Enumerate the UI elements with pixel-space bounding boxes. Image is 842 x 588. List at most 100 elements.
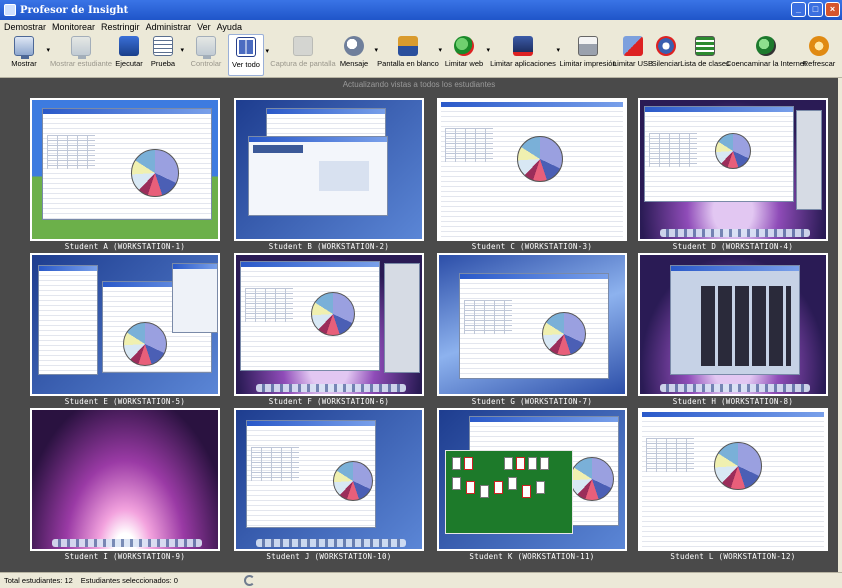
limitar-impresion-button[interactable]: Limitar impresión <box>559 34 617 76</box>
close-button[interactable]: × <box>825 2 840 17</box>
monitor-icon <box>14 36 34 59</box>
limitar-web-button[interactable]: Limitar web ▾ <box>444 34 490 76</box>
student-thumbnail[interactable]: Student C (WORKSTATION-3) <box>437 98 627 253</box>
student-name-label: Student C (WORKSTATION-3) <box>471 242 593 251</box>
menu-administrar[interactable]: Administrar <box>146 22 192 32</box>
ejecutar-label: Ejecutar <box>115 59 143 68</box>
dropdown-arrow-icon[interactable]: ▾ <box>374 46 378 54</box>
dropdown-arrow-icon[interactable]: ▾ <box>438 46 442 54</box>
control-icon <box>196 36 216 59</box>
minimize-button[interactable]: _ <box>791 2 806 17</box>
student-view-area: Actualizando vistas a todos los estudian… <box>0 78 838 572</box>
student-thumbnail[interactable]: Student B (WORKSTATION-2) <box>234 98 424 253</box>
message-icon <box>344 36 364 56</box>
title-bar: Profesor de Insight _ □ × <box>0 0 842 20</box>
dropdown-arrow-icon[interactable]: ▾ <box>486 46 490 54</box>
captura-label: Captura de pantalla <box>270 59 336 68</box>
student-screen[interactable] <box>437 408 627 551</box>
menu-restringir[interactable]: Restringir <box>101 22 140 32</box>
app-icon <box>4 4 16 16</box>
mostrar-label: Mostrar <box>11 59 37 68</box>
status-bar: Total estudiantes: 12 Estudiantes selecc… <box>0 572 842 588</box>
limitar-aplicaciones-label: Limitar aplicaciones <box>490 59 556 68</box>
controlar-button[interactable]: Controlar <box>186 34 226 76</box>
limitar-aplicaciones-button[interactable]: Limitar aplicaciones ▾ <box>490 34 560 76</box>
mostrar-button[interactable]: Mostrar ▾ <box>4 34 50 76</box>
student-thumbnail[interactable]: Student L (WORKSTATION-12) <box>638 408 828 563</box>
student-thumbnail[interactable]: Student K (WORKSTATION-11) <box>437 408 627 563</box>
student-thumbnail[interactable]: Student H (WORKSTATION-8) <box>638 253 828 408</box>
maximize-button[interactable]: □ <box>808 2 823 17</box>
student-name-label: Student I (WORKSTATION-9) <box>64 552 186 561</box>
dropdown-arrow-icon[interactable]: ▾ <box>180 46 184 54</box>
student-screen[interactable] <box>234 253 424 396</box>
student-name-label: Student K (WORKSTATION-11) <box>469 552 595 561</box>
class-list-icon <box>695 36 715 56</box>
student-screen[interactable] <box>437 253 627 396</box>
coencaminar-button[interactable]: Coencaminar la Internet <box>726 34 806 76</box>
student-screen[interactable] <box>638 253 828 396</box>
student-thumbnail[interactable]: Student I (WORKSTATION-9) <box>30 408 220 563</box>
pantalla-blanco-label: Pantalla en blanco <box>377 59 439 68</box>
captura-button[interactable]: Captura de pantalla <box>270 34 336 76</box>
student-name-label: Student G (WORKSTATION-7) <box>471 397 593 406</box>
usb-icon <box>623 36 643 56</box>
limitar-web-label: Limitar web <box>444 59 484 68</box>
limitar-usb-label: Limitar USB <box>613 59 654 68</box>
student-name-label: Student J (WORKSTATION-10) <box>266 552 392 561</box>
menu-bar: Demostrar Monitorear Restringir Administ… <box>0 20 842 34</box>
menu-ayuda[interactable]: Ayuda <box>217 22 242 32</box>
student-monitor-icon <box>71 36 91 59</box>
ver-todo-label: Ver todo <box>232 60 260 69</box>
prueba-button[interactable]: Prueba ▾ <box>148 34 184 76</box>
view-status-header: Actualizando vistas a todos los estudian… <box>342 80 496 89</box>
run-icon <box>119 36 139 56</box>
student-screen[interactable] <box>234 98 424 241</box>
refresh-status-icon[interactable] <box>244 575 255 586</box>
coencaminar-label: Coencaminar la Internet <box>725 59 807 68</box>
dropdown-arrow-icon[interactable]: ▾ <box>556 46 560 54</box>
student-screen[interactable] <box>30 98 220 241</box>
student-name-label: Student H (WORKSTATION-8) <box>672 397 794 406</box>
lista-clases-label: Lista de clases <box>680 59 730 68</box>
refrescar-button[interactable]: Refrescar <box>803 34 835 76</box>
limitar-impresion-label: Limitar impresión <box>559 59 617 68</box>
student-screen[interactable] <box>30 408 220 551</box>
dropdown-arrow-icon[interactable]: ▾ <box>46 46 50 54</box>
student-screen[interactable] <box>30 253 220 396</box>
student-screen[interactable] <box>638 408 828 551</box>
ver-todo-button[interactable]: Ver todo ▾ <box>228 34 269 76</box>
window-controls: _ □ × <box>791 2 840 17</box>
student-thumbnail[interactable]: Student E (WORKSTATION-5) <box>30 253 220 408</box>
dropdown-arrow-icon[interactable]: ▾ <box>265 47 269 55</box>
limitar-usb-button[interactable]: Limitar USB <box>613 34 654 76</box>
student-thumbnail[interactable]: Student J (WORKSTATION-10) <box>234 408 424 563</box>
menu-monitorear[interactable]: Monitorear <box>52 22 95 32</box>
ejecutar-button[interactable]: Ejecutar <box>112 34 146 76</box>
toolbar: Mostrar ▾ Mostrar estudiante Ejecutar Pr… <box>0 34 842 78</box>
student-name-label: Student A (WORKSTATION-1) <box>64 242 186 251</box>
student-thumbnail[interactable]: Student D (WORKSTATION-4) <box>638 98 828 253</box>
silenciar-button[interactable]: Silenciar <box>652 34 680 76</box>
pantalla-blanco-button[interactable]: Pantalla en blanco ▾ <box>377 34 442 76</box>
student-screen[interactable] <box>638 98 828 241</box>
web-limit-icon <box>454 36 474 56</box>
mostrar-estudiante-button[interactable]: Mostrar estudiante <box>49 34 113 76</box>
student-screen[interactable] <box>437 98 627 241</box>
student-thumbnail[interactable]: Student G (WORKSTATION-7) <box>437 253 627 408</box>
lista-clases-button[interactable]: Lista de clases <box>680 34 730 76</box>
prueba-label: Prueba <box>150 59 176 68</box>
menu-demostrar[interactable]: Demostrar <box>4 22 46 32</box>
screenshot-icon <box>293 36 313 56</box>
mensaje-label: Mensaje <box>339 59 369 68</box>
student-name-label: Student L (WORKSTATION-12) <box>670 552 796 561</box>
student-name-label: Student F (WORKSTATION-6) <box>268 397 390 406</box>
student-thumbnail[interactable]: Student F (WORKSTATION-6) <box>234 253 424 408</box>
student-screen[interactable] <box>234 408 424 551</box>
menu-ver[interactable]: Ver <box>197 22 211 32</box>
mostrar-estudiante-label: Mostrar estudiante <box>49 59 113 68</box>
silenciar-label: Silenciar <box>651 59 681 68</box>
mute-icon <box>656 36 676 56</box>
student-thumbnail[interactable]: Student A (WORKSTATION-1) <box>30 98 220 253</box>
mensaje-button[interactable]: Mensaje ▾ <box>336 34 378 76</box>
